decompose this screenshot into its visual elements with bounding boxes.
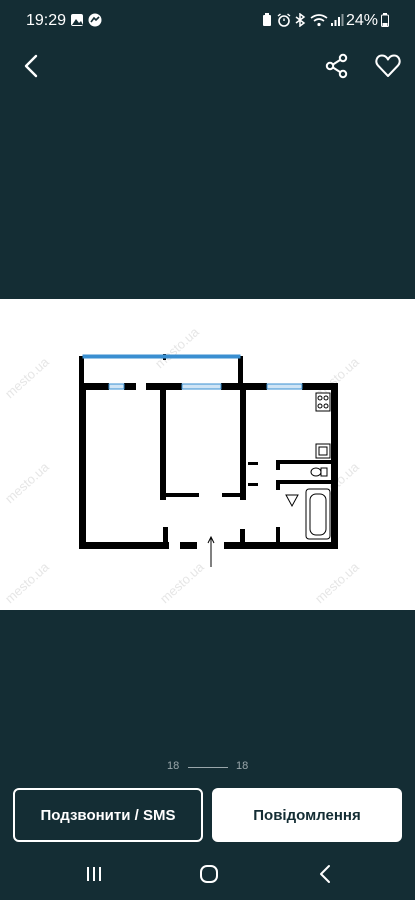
- image-icon: [71, 14, 83, 26]
- recent-apps-icon[interactable]: [84, 864, 104, 884]
- gallery-image[interactable]: mesto.ua mesto.ua mesto.ua mesto.ua mest…: [0, 299, 415, 610]
- bluetooth-icon: [295, 13, 306, 27]
- chevron-left-icon[interactable]: [18, 52, 46, 80]
- svg-text:mesto.ua: mesto.ua: [2, 354, 52, 401]
- svg-text:mesto.ua: mesto.ua: [152, 324, 202, 371]
- svg-text:mesto.ua: mesto.ua: [2, 459, 52, 506]
- home-icon[interactable]: [199, 864, 219, 884]
- call-sms-button[interactable]: Подзвонити / SMS: [13, 788, 203, 842]
- wifi-icon: [310, 14, 328, 27]
- messenger-icon: [88, 13, 102, 27]
- svg-text:mesto.ua: mesto.ua: [2, 559, 52, 606]
- message-button[interactable]: Повідомлення: [212, 788, 402, 842]
- system-nav-bar: [0, 850, 415, 900]
- pager-divider: [188, 767, 228, 768]
- back-icon[interactable]: [316, 864, 336, 884]
- svg-text:mesto.ua: mesto.ua: [312, 559, 362, 606]
- floor-plan: mesto.ua mesto.ua mesto.ua mesto.ua mest…: [2, 324, 362, 606]
- signal-icon: [331, 14, 344, 26]
- watermark: mesto.ua mesto.ua mesto.ua mesto.ua mest…: [2, 324, 362, 606]
- status-time: 19:29: [26, 12, 67, 29]
- share-icon[interactable]: [323, 52, 351, 80]
- svg-text:mesto.ua: mesto.ua: [157, 559, 207, 606]
- current-image-index: 18: [167, 760, 180, 772]
- top-bar: [0, 44, 415, 90]
- battery-icon: [381, 13, 389, 27]
- gallery-counter: 18 18: [0, 760, 415, 774]
- total-image-count: 18: [236, 760, 249, 772]
- battery-percent: 24%: [345, 12, 378, 29]
- heart-icon[interactable]: [374, 52, 402, 80]
- status-bar: 19:29 24%: [0, 0, 415, 44]
- battery-saver-icon: [263, 13, 271, 26]
- alarm-icon: [277, 13, 291, 27]
